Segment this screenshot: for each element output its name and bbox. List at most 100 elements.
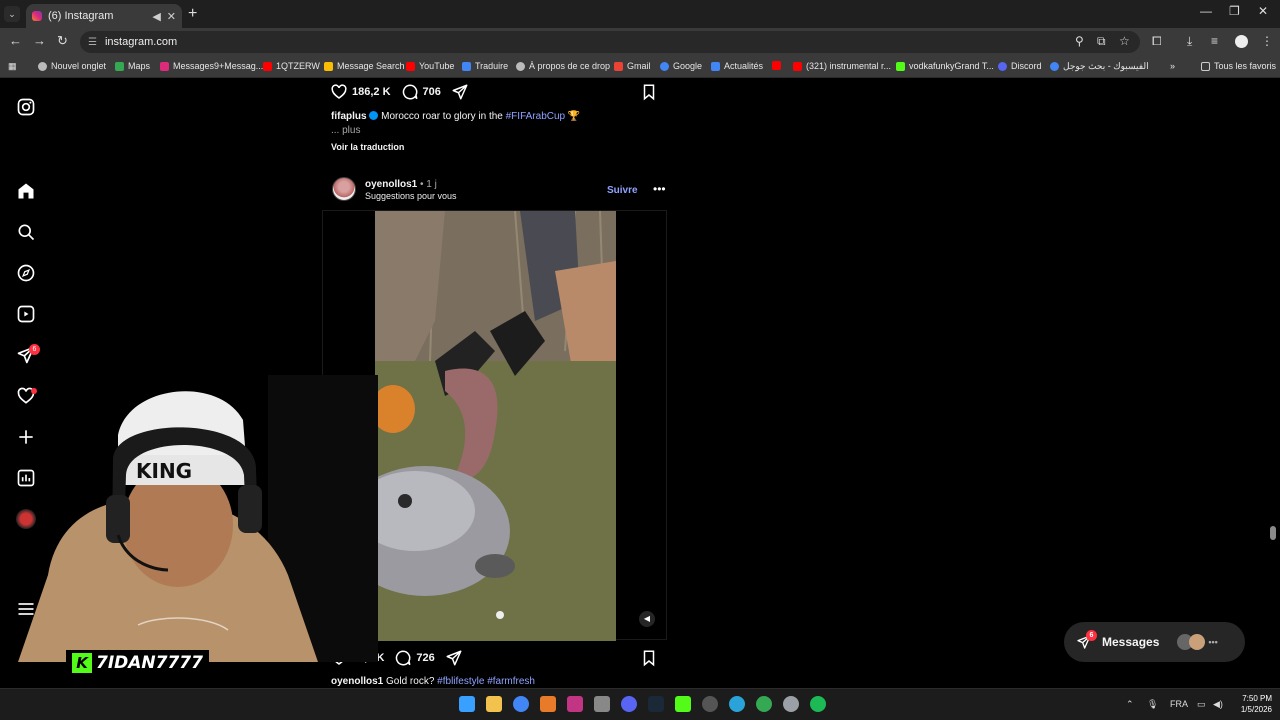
username-link[interactable]: oyenollos1 [365, 179, 417, 190]
close-tab-icon[interactable]: ✕ [167, 10, 176, 23]
bookmark-item[interactable] [772, 61, 785, 70]
bookmark-item[interactable]: Discord [998, 61, 1042, 71]
bookmark-item[interactable]: Gmail [614, 61, 651, 71]
reels-icon[interactable] [16, 304, 36, 324]
apps-icon[interactable]: ▦ [8, 61, 17, 72]
browser-tab-instagram[interactable]: (6) Instagram ◀︎ ✕ [26, 4, 182, 28]
browser-toolbar: ← → ↻ ☰ instagram.com ⚲ ⧉ ☆ ⧠ ⤓ ≡ ⋮ [0, 28, 1280, 56]
discord-icon[interactable] [621, 696, 637, 712]
like-heart-icon[interactable] [330, 83, 348, 101]
windows-start-icon[interactable] [459, 696, 475, 712]
share-icon[interactable] [445, 649, 463, 667]
spotify-icon[interactable] [810, 696, 826, 712]
bookmark-item[interactable]: Actualités [711, 61, 763, 71]
mute-toggle-icon[interactable]: ◀ [639, 611, 655, 627]
caption-hashtags[interactable]: #fblifestyle #farmfresh [437, 676, 535, 687]
search-icon[interactable] [16, 222, 36, 242]
app-icon[interactable] [594, 696, 610, 712]
bookmark-item[interactable]: vodkafunkyGrand T... [896, 61, 994, 71]
bookmark-item[interactable]: 1QTZERW [263, 61, 320, 71]
kick-logo-icon: K [72, 652, 92, 673]
back-icon[interactable]: ← [9, 33, 22, 48]
bookmark-item[interactable]: الفيسبوك - بحث جوجل [1050, 61, 1149, 72]
language-indicator[interactable]: FRA [1170, 699, 1188, 709]
maps-icon [115, 61, 124, 71]
notification-badge: 6 [29, 344, 40, 355]
messages-button[interactable]: 6 Messages ••• [1064, 622, 1245, 662]
caption-username[interactable]: fifaplus [331, 111, 367, 122]
suggestion-label: Suggestions pour vous [365, 191, 457, 201]
minimize-button[interactable]: — [1200, 4, 1212, 18]
video-frame[interactable] [375, 211, 616, 641]
beanie-text: KING [136, 459, 192, 483]
downloads-icon[interactable]: ⤓ [1187, 34, 1192, 49]
all-bookmarks[interactable]: Tous les favoris [1201, 61, 1276, 71]
clock-date: 1/5/2026 [1240, 705, 1272, 714]
comment-icon[interactable] [401, 83, 419, 101]
site-info-icon[interactable]: ☰ [88, 37, 97, 48]
steam-icon[interactable] [648, 696, 664, 712]
scrollbar-thumb[interactable] [1270, 526, 1276, 540]
close-window-button[interactable]: ✕ [1258, 4, 1268, 18]
install-app-icon[interactable]: ⧉ [1097, 34, 1106, 49]
settings-icon[interactable] [783, 696, 799, 712]
follow-button[interactable]: Suivre [607, 185, 638, 196]
speaker-icon[interactable]: ◀︎ [152, 10, 160, 23]
instagram-logo-icon[interactable] [16, 97, 36, 117]
microphone-icon[interactable]: 🎙 [1147, 699, 1158, 710]
bookmark-item[interactable]: YouTube [406, 61, 454, 71]
explore-icon[interactable] [16, 263, 36, 283]
bookmark-item[interactable]: Maps [115, 61, 150, 71]
caption-hashtag[interactable]: #FIFArabCup [506, 111, 565, 122]
app-icon[interactable] [702, 696, 718, 712]
caption-more[interactable]: ... plus [331, 125, 360, 136]
tray-overflow-icon[interactable]: ⌃ [1126, 699, 1134, 710]
profile-avatar[interactable] [1235, 35, 1248, 48]
tab-bar: ⌄ (6) Instagram ◀︎ ✕ + — ❐ ✕ [0, 0, 1280, 28]
google-icon [660, 61, 669, 71]
clock[interactable]: 7:50 PM 1/5/2026 [1230, 693, 1272, 715]
share-icon[interactable] [451, 83, 469, 101]
home-icon[interactable] [16, 181, 36, 201]
clock-time: 7:50 PM [1242, 694, 1272, 703]
app-icon[interactable] [675, 696, 691, 712]
tab-search-button[interactable]: ⌄ [4, 6, 20, 22]
bookmark-item[interactable]: (321) instrumental r... [793, 61, 891, 71]
bookmark-item[interactable]: Google [660, 61, 702, 71]
comments-count: 706 [422, 86, 441, 98]
extensions-icon[interactable]: ⧠ [1152, 34, 1162, 49]
author-avatar[interactable] [332, 177, 356, 201]
reload-icon[interactable]: ↻ [57, 33, 68, 49]
address-bar[interactable]: ☰ instagram.com [80, 31, 1140, 53]
youtube-icon [406, 61, 415, 71]
bookmark-item[interactable]: Nouvel onglet [38, 61, 106, 71]
network-icon[interactable]: ▭ [1197, 699, 1206, 710]
bookmark-item[interactable]: À propos de ce drop [516, 61, 610, 71]
see-translation-link[interactable]: Voir la traduction [331, 142, 404, 152]
bookmark-item[interactable]: Messages9+Messag... [160, 61, 263, 71]
volume-icon[interactable]: ◀) [1213, 699, 1223, 710]
save-bookmark-icon[interactable] [640, 83, 658, 101]
bookmark-item[interactable]: Traduire [462, 61, 508, 71]
zoom-icon[interactable]: ⚲ [1075, 34, 1084, 48]
chat-avatar [1189, 634, 1206, 650]
new-tab-button[interactable]: + [188, 5, 197, 23]
chrome-active-icon[interactable] [756, 696, 772, 712]
media-control-icon[interactable]: ≡ [1211, 34, 1218, 48]
more-options-icon[interactable]: ••• [653, 182, 666, 196]
chrome-icon[interactable] [513, 696, 529, 712]
restore-button[interactable]: ❐ [1229, 4, 1240, 18]
menu-icon[interactable]: ⋮ [1261, 34, 1273, 48]
bookmark-item[interactable]: Message Search [324, 61, 405, 71]
comment-icon[interactable] [394, 649, 412, 667]
app-icon[interactable] [729, 696, 745, 712]
instagram-app-icon[interactable] [567, 696, 583, 712]
caption-emoji: 🏆 [567, 111, 581, 122]
save-bookmark-icon[interactable] [640, 649, 658, 667]
bookmark-star-icon[interactable]: ☆ [1119, 34, 1130, 48]
forward-icon[interactable]: → [33, 33, 46, 48]
file-explorer-icon[interactable] [486, 696, 502, 712]
app-icon[interactable] [540, 696, 556, 712]
more-bookmarks-icon[interactable]: » [1170, 61, 1175, 71]
caption-username[interactable]: oyenollos1 [331, 676, 383, 687]
